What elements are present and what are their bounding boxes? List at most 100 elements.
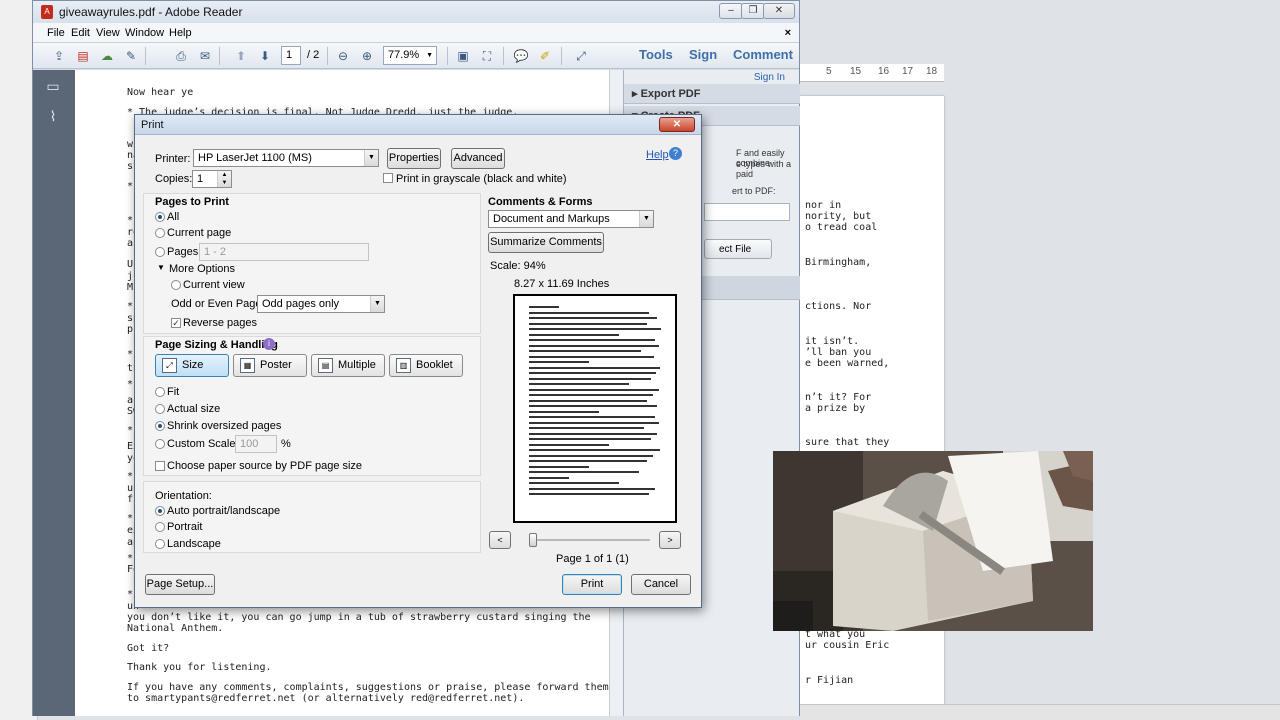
menu-edit[interactable]: Edit xyxy=(71,27,90,39)
printer-select[interactable]: HP LaserJet 1100 (MS) ▼ xyxy=(193,149,379,167)
menu-view[interactable]: View xyxy=(96,27,120,39)
copies-label: Copies: xyxy=(155,173,193,185)
background-text-line: ur cousin Eric xyxy=(805,640,890,651)
window-close-button[interactable]: ✕ xyxy=(763,3,795,19)
menu-file[interactable]: File xyxy=(47,27,65,39)
maximize-button[interactable]: ❐ xyxy=(741,3,765,19)
landscape-radio[interactable] xyxy=(155,539,165,549)
custom-scale-input[interactable]: 100 xyxy=(235,435,277,453)
preview-slider-track[interactable] xyxy=(530,539,650,541)
zoom-out-icon[interactable]: ⊖ xyxy=(333,46,353,66)
shrink-label: Shrink oversized pages xyxy=(167,420,282,432)
tab-comment[interactable]: Comment xyxy=(733,47,793,62)
menu-help[interactable]: Help xyxy=(169,27,192,39)
more-options-toggle[interactable]: More Options xyxy=(169,263,235,275)
current-view-label: Current view xyxy=(183,279,245,291)
print-preview xyxy=(513,294,677,523)
fit-radio[interactable] xyxy=(155,387,165,397)
paper-source-label: Choose paper source by PDF page size xyxy=(167,460,363,472)
comment-note-icon[interactable]: 💬 xyxy=(511,46,531,66)
all-radio[interactable] xyxy=(155,212,165,222)
page-number-input[interactable]: 1 xyxy=(281,46,301,65)
actual-size-radio[interactable] xyxy=(155,404,165,414)
paper-source-checkbox[interactable] xyxy=(155,461,165,471)
preview-text-line xyxy=(529,350,641,352)
help-icon[interactable]: ? xyxy=(669,147,682,160)
current-page-radio[interactable] xyxy=(155,228,165,238)
booklet-button[interactable]: ▥ Booklet xyxy=(389,354,463,377)
attachments-icon[interactable]: ⌇ xyxy=(43,106,63,126)
custom-scale-label: Custom Scale: xyxy=(167,438,239,450)
next-page-icon[interactable]: ⬇ xyxy=(255,46,275,66)
odd-even-select[interactable]: Odd pages only ▼ xyxy=(257,295,385,313)
preview-text-line xyxy=(529,344,659,347)
page-setup-button[interactable]: Page Setup... xyxy=(145,574,215,595)
document-text-fragment: * xyxy=(127,349,134,360)
dialog-close-button[interactable]: ✕ xyxy=(659,117,695,132)
highlight-icon[interactable]: ✐ xyxy=(535,46,555,66)
cloud-icon[interactable]: ☁ xyxy=(97,46,117,66)
create-pdf-icon[interactable]: ▤ xyxy=(73,46,93,66)
ruler-tick: 18 xyxy=(926,66,938,77)
fit-page-icon[interactable]: ▣ xyxy=(453,46,473,66)
preview-text-line xyxy=(529,438,651,440)
main-toolbar: ⇪ ▤ ☁ ✎ ⎙ ✉ ⬆ ⬇ 1 / 2 ⊖ ⊕ 77.9% ▼ ▣ ⛶ 💬 ✐… xyxy=(33,43,799,69)
multiple-button[interactable]: ▤ Multiple xyxy=(311,354,385,377)
edit-icon[interactable]: ✎ xyxy=(121,46,141,66)
zoom-combo[interactable]: 77.9% ▼ xyxy=(383,46,437,65)
page-thumbnails-icon[interactable]: ▭ xyxy=(43,76,63,96)
portrait-radio[interactable] xyxy=(155,522,165,532)
document-text-fragment: * xyxy=(127,471,134,482)
spinner-arrows-icon[interactable]: ▲ ▼ xyxy=(217,171,231,187)
collapse-triangle-icon[interactable]: ▼ xyxy=(157,263,165,272)
custom-scale-radio[interactable] xyxy=(155,439,165,449)
current-view-radio[interactable] xyxy=(171,280,181,290)
size-button[interactable]: ⤢ Size xyxy=(155,354,229,377)
print-icon[interactable]: ⎙ xyxy=(171,46,191,66)
webcam-printer-video xyxy=(773,451,1093,631)
pages-range-input[interactable]: 1 - 2 xyxy=(199,243,369,261)
preview-slider-thumb[interactable] xyxy=(529,533,537,547)
document-text-line: Now hear ye xyxy=(127,87,194,98)
reverse-pages-checkbox[interactable]: ✓ xyxy=(171,318,181,328)
preview-text-line xyxy=(529,410,599,413)
preview-text-line xyxy=(529,432,657,435)
cancel-button[interactable]: Cancel xyxy=(631,574,691,595)
shrink-radio[interactable] xyxy=(155,421,165,431)
previous-page-icon[interactable]: ⬆ xyxy=(231,46,251,66)
auto-orientation-radio[interactable] xyxy=(155,506,165,516)
help-link[interactable]: Help xyxy=(646,149,669,161)
poster-button[interactable]: ▦ Poster xyxy=(233,354,307,377)
properties-button[interactable]: Properties xyxy=(387,148,441,169)
document-text-line: National Anthem. xyxy=(127,623,224,634)
comments-forms-select[interactable]: Document and Markups ▼ xyxy=(488,210,654,228)
minimize-button[interactable]: – xyxy=(719,3,743,19)
preview-next-button[interactable]: > xyxy=(659,531,681,549)
fit-width-icon[interactable]: ⛶ xyxy=(477,46,497,66)
email-icon[interactable]: ✉ xyxy=(195,46,215,66)
percent-label: % xyxy=(281,438,291,450)
summarize-comments-button[interactable]: Summarize Comments xyxy=(488,232,604,253)
export-pdf-section[interactable]: ▸ Export PDF xyxy=(624,84,800,104)
select-file-button[interactable]: ect File xyxy=(704,239,772,259)
zoom-in-icon[interactable]: ⊕ xyxy=(357,46,377,66)
pages-radio[interactable] xyxy=(155,247,165,257)
advanced-button[interactable]: Advanced xyxy=(451,148,505,169)
expand-icon[interactable]: ⤢ xyxy=(571,46,591,66)
document-close-icon[interactable]: × xyxy=(785,27,791,39)
odd-even-label: Odd or Even Pages: xyxy=(171,298,271,310)
open-icon[interactable]: ⇪ xyxy=(49,46,69,66)
background-text-line: nor in xyxy=(805,200,842,211)
background-text-line: e been warned, xyxy=(805,358,890,369)
copies-spinner[interactable]: 1 ▲ ▼ xyxy=(192,170,232,188)
grayscale-checkbox[interactable] xyxy=(383,173,393,183)
background-text-line: nority, but xyxy=(805,211,872,222)
sign-in-link[interactable]: Sign In xyxy=(754,72,785,83)
tab-tools[interactable]: Tools xyxy=(639,47,673,62)
convert-file-field[interactable] xyxy=(704,203,790,221)
preview-prev-button[interactable]: < xyxy=(489,531,511,549)
info-icon[interactable]: i xyxy=(263,338,275,350)
print-button[interactable]: Print xyxy=(562,574,622,595)
tab-sign[interactable]: Sign xyxy=(689,47,717,62)
menu-window[interactable]: Window xyxy=(125,27,164,39)
